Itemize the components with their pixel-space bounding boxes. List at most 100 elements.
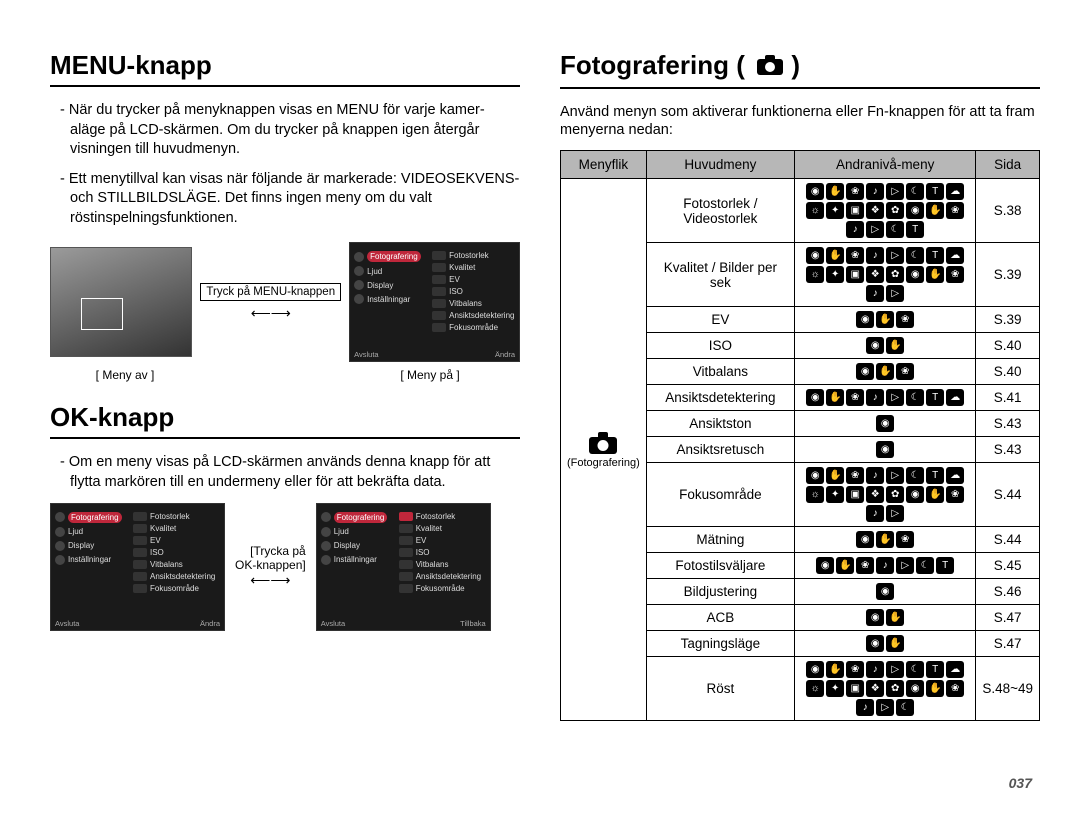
mode-icon: ▣ [846, 266, 864, 283]
menu-side-item: Ljud [321, 527, 388, 537]
heading-fotografering-text: Fotografering ( [560, 50, 745, 80]
mode-icon: ▷ [866, 221, 884, 238]
table-row: (Fotografering)Fotostorlek / Videostorle… [561, 179, 1040, 243]
menu-right-item: Kvalitet [432, 263, 514, 272]
mode-icon: ♪ [846, 221, 864, 238]
mode-icon: ♪ [866, 505, 884, 522]
menu-side-item: Ljud [354, 266, 421, 276]
menu-right-item: Fokusområde [399, 584, 481, 593]
sida-cell: S.44 [976, 463, 1040, 527]
mode-icon: ✿ [886, 486, 904, 503]
heading-fotografering-close: ) [791, 50, 800, 80]
mode-icon: ❖ [866, 486, 884, 503]
menu-right-item: Vitbalans [133, 560, 215, 569]
menu-bottom-change-2: Ändra [200, 619, 220, 628]
mode-icon: ◉ [856, 531, 874, 548]
mode-icon: ❀ [896, 531, 914, 548]
mode-icon: ♪ [866, 183, 884, 200]
mode-icon: ◉ [856, 363, 874, 380]
mode-icon: ✿ [886, 202, 904, 219]
mode-icon: ♪ [866, 467, 884, 484]
mode-icon: ◉ [876, 415, 894, 432]
menu-side-item: Ljud [55, 527, 122, 537]
screenshot-row-menu: Tryck på MENU-knappen ⟵⟶ FotograferingLj… [50, 242, 520, 362]
menu-side-item: Fotografering [321, 512, 388, 523]
camera-icon [588, 431, 618, 455]
mode-icon: ▷ [886, 505, 904, 522]
mode-icon: T [926, 467, 944, 484]
mode-icon: ✿ [886, 266, 904, 283]
andraniva-cell: ◉ [795, 437, 976, 463]
mode-icon: ♪ [876, 557, 894, 574]
mode-icon: ✋ [926, 486, 944, 503]
mode-icon: ☼ [806, 202, 824, 219]
menu-side-item: Inställningar [321, 555, 388, 565]
menu-right-item: ISO [133, 548, 215, 557]
mode-icon: ☾ [916, 557, 934, 574]
double-arrow-icon-2: ⟵⟶ [235, 572, 306, 589]
menu-right-item: Ansiktsdetektering [432, 311, 514, 320]
mode-icon: ◉ [906, 680, 924, 697]
menu-right-item: Fotostorlek [399, 512, 481, 521]
mode-icon: ▷ [886, 661, 904, 678]
mode-icon: ❀ [946, 202, 964, 219]
mode-icon: ✦ [826, 202, 844, 219]
mode-icon: ♪ [866, 285, 884, 302]
sida-cell: S.47 [976, 605, 1040, 631]
menu-side-item: Inställningar [55, 555, 122, 565]
mode-icon: ✦ [826, 486, 844, 503]
th-huvudmeny: Huvudmeny [646, 151, 794, 179]
huvudmeny-cell: ACB [646, 605, 794, 631]
huvudmeny-cell: Mätning [646, 527, 794, 553]
mode-icon: T [926, 247, 944, 264]
mode-icon: ✋ [876, 531, 894, 548]
mode-icon: ☁ [946, 183, 964, 200]
mode-icon: ✋ [826, 247, 844, 264]
sida-cell: S.43 [976, 411, 1040, 437]
heading-fotografering: Fotografering ( ) [560, 50, 1040, 89]
sida-cell: S.44 [976, 527, 1040, 553]
huvudmeny-cell: Röst [646, 657, 794, 721]
mode-icon: ◉ [806, 389, 824, 406]
mode-icon: ☾ [906, 183, 924, 200]
andraniva-cell: ◉✋❀♪▷☾T☁☼✦▣❖✿◉✋❀♪▷ [795, 243, 976, 307]
menu-side-item: Fotografering [55, 512, 122, 523]
mode-icon: ▣ [846, 202, 864, 219]
mode-icon: T [926, 183, 944, 200]
sida-cell: S.43 [976, 437, 1040, 463]
mode-icon: ✦ [826, 266, 844, 283]
andraniva-cell: ◉✋❀ [795, 527, 976, 553]
mode-icon: ☁ [946, 661, 964, 678]
mode-icon: ❖ [866, 266, 884, 283]
heading-menu-knapp: MENU-knapp [50, 50, 520, 87]
andraniva-cell: ◉✋ [795, 605, 976, 631]
mode-icon: ◉ [906, 202, 924, 219]
menyflik-label: (Fotografering) [567, 457, 640, 469]
mode-icon: ▷ [886, 467, 904, 484]
mode-icon: ✋ [876, 363, 894, 380]
mode-icon: ❀ [846, 661, 864, 678]
mode-icon: ❖ [866, 680, 884, 697]
menu-right-item: EV [432, 275, 514, 284]
mode-icon: ☼ [806, 486, 824, 503]
menu-bottom-exit-2: Avsluta [55, 619, 79, 628]
caption-menu-off: [ Meny av ] [50, 368, 200, 382]
mode-icon: ▣ [846, 486, 864, 503]
mode-icon: T [926, 661, 944, 678]
menu-after-thumbnail: FotograferingLjudDisplayInställningar Fo… [316, 503, 491, 631]
mode-icon: ☾ [906, 661, 924, 678]
mode-icon: ✋ [926, 680, 944, 697]
huvudmeny-cell: Bildjustering [646, 579, 794, 605]
sida-cell: S.40 [976, 359, 1040, 385]
mode-icon: ✋ [876, 311, 894, 328]
menu-right-item: ISO [399, 548, 481, 557]
photo-thumbnail [50, 247, 192, 357]
menu-right-item: Kvalitet [399, 524, 481, 533]
sida-cell: S.41 [976, 385, 1040, 411]
mode-icon: ❀ [846, 467, 864, 484]
huvudmeny-cell: Tagningsläge [646, 631, 794, 657]
mode-icon: T [906, 221, 924, 238]
mode-icon: ◉ [806, 661, 824, 678]
menu-bottom-back: Tillbaka [460, 619, 486, 628]
mode-icon: ✋ [826, 183, 844, 200]
